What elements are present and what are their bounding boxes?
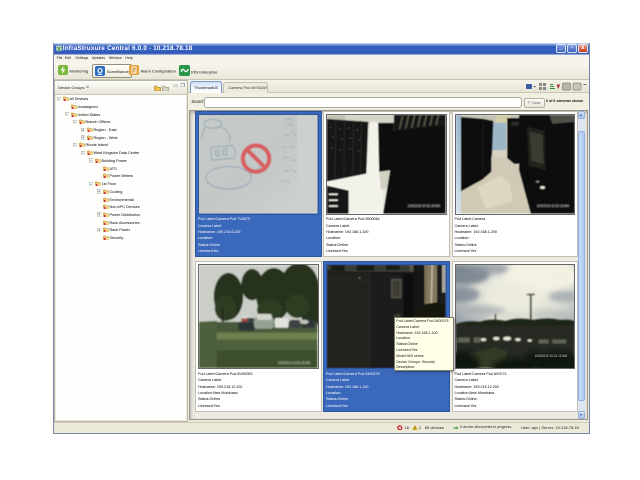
svg-text:10/6/2010 10:31:15 AM: 10/6/2010 10:31:15 AM: [278, 361, 311, 365]
svg-text:10/6/2010 10:31:15 AM: 10/6/2010 10:31:15 AM: [536, 204, 569, 208]
svg-text:10/6/2010 10:31:15 AM: 10/6/2010 10:31:15 AM: [534, 354, 567, 358]
svg-text:10/6/2010 10:31:15 AM: 10/6/2010 10:31:15 AM: [408, 204, 441, 208]
